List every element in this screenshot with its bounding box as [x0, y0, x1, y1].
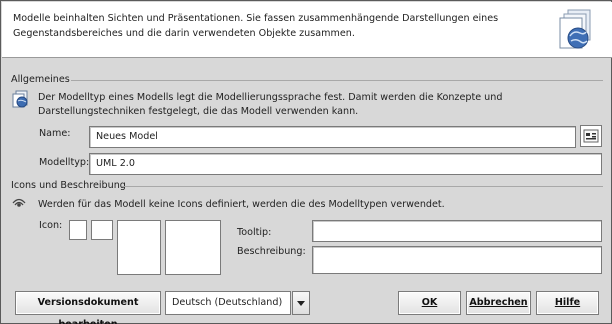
ok-button-label: OK — [421, 297, 438, 308]
name-input[interactable]: Neues Model — [89, 126, 576, 148]
eye-icon — [12, 197, 26, 212]
header-description: Modelle beinhalten Sichten und Präsentat… — [13, 13, 499, 39]
chevron-down-icon — [297, 301, 305, 306]
icon-large-slot-1[interactable] — [117, 220, 161, 275]
cancel-button[interactable]: Abbrechen — [466, 291, 531, 315]
general-description: Der Modelltyp eines Modells legt die Mod… — [38, 92, 503, 117]
help-button-label: Hilfe — [554, 297, 581, 308]
general-section-divider — [71, 80, 603, 81]
general-section-title: Allgemeines — [11, 74, 70, 85]
name-label: Name: — [39, 128, 71, 139]
dialog-window: Modelle beinhalten Sichten und Präsentat… — [0, 0, 612, 324]
icon-small-slot-1[interactable] — [69, 220, 87, 240]
edit-version-document-button[interactable]: Versionsdokument bearbeiten — [15, 291, 161, 324]
tooltip-input[interactable] — [312, 220, 602, 242]
icon-small-slot-2[interactable] — [91, 220, 113, 240]
model-info-icon — [12, 90, 30, 111]
beschreibung-input[interactable] — [312, 246, 602, 274]
icons-section-description: Werden für das Modell keine Icons defini… — [38, 199, 445, 210]
language-dropdown-button[interactable] — [292, 291, 310, 315]
icons-section-divider — [122, 186, 603, 187]
language-select[interactable]: Deutsch (Deutschland) — [165, 291, 291, 315]
dialog-header: Modelle beinhalten Sichten und Präsentat… — [2, 2, 612, 58]
icon-large-slot-2[interactable] — [165, 220, 221, 275]
ok-button[interactable]: OK — [398, 291, 461, 315]
language-icon — [583, 129, 599, 143]
help-button[interactable]: Hilfe — [536, 291, 599, 315]
cancel-button-label: Abbrechen — [469, 297, 528, 308]
modeltype-field: UML 2.0 — [89, 153, 602, 175]
tooltip-label: Tooltip: — [237, 227, 272, 238]
name-translation-button[interactable] — [580, 125, 602, 147]
model-document-globe-icon — [558, 8, 598, 52]
icon-label: Icon: — [39, 220, 63, 231]
modeltype-label: Modelltyp: — [39, 157, 90, 168]
icons-section-title: Icons und Beschreibung — [11, 180, 126, 191]
beschreibung-label: Beschreibung: — [237, 246, 306, 257]
